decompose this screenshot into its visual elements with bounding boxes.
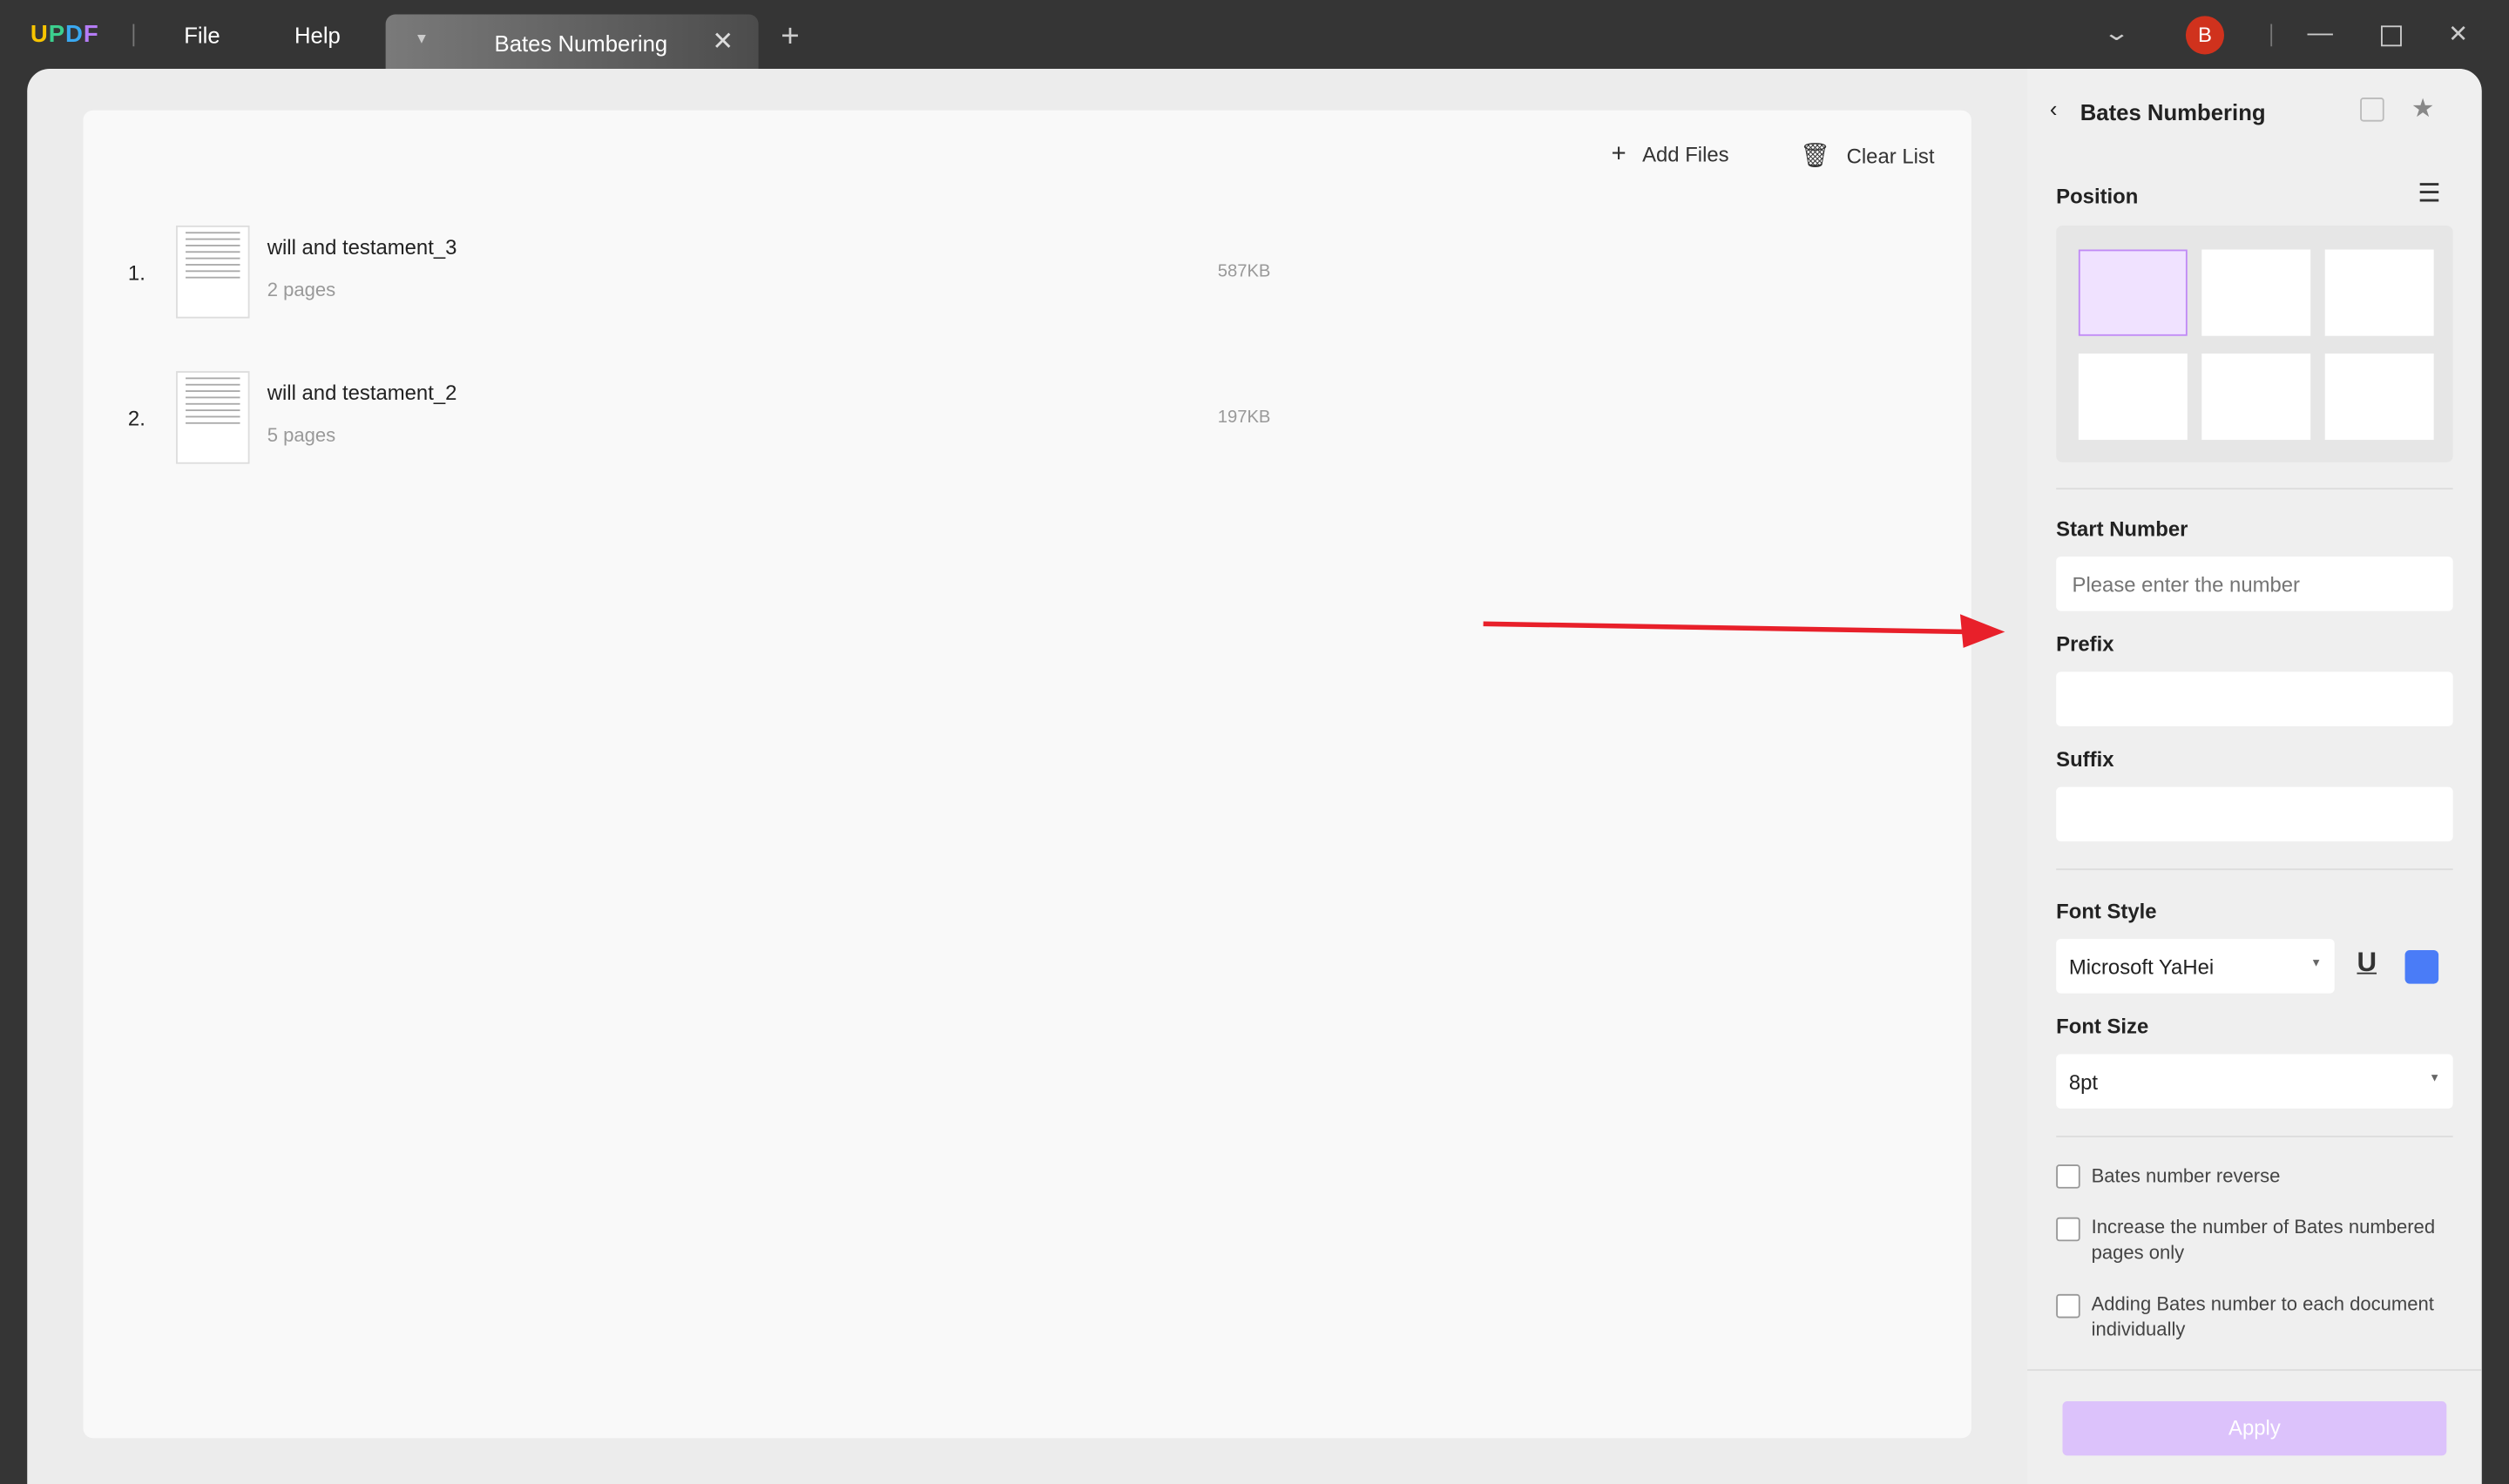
clear-list-label: Clear List xyxy=(1846,144,1935,168)
bates-settings-panel: ‹ Bates Numbering ★ Position ☰ Start Num… xyxy=(2027,68,2482,1484)
updf-logo: UPDF xyxy=(30,20,99,49)
divider xyxy=(2027,1369,2482,1372)
font-style-label: Font Style xyxy=(2056,899,2157,923)
font-family-value: Microsoft YaHei xyxy=(2068,954,2215,980)
menu-file[interactable]: File xyxy=(184,23,220,48)
suffix-label: Suffix xyxy=(2056,746,2114,772)
minimize-icon[interactable] xyxy=(2307,33,2333,36)
plus-icon: + xyxy=(1611,140,1626,168)
position-bottom-center[interactable] xyxy=(2201,353,2311,441)
dropdown-arrow-icon: ▼ xyxy=(2429,1073,2440,1085)
tab-bates-numbering[interactable]: ▼ Bates Numbering ✕ xyxy=(385,14,759,71)
add-files-label: Add Files xyxy=(1642,142,1729,167)
back-icon[interactable]: ‹ xyxy=(2050,96,2058,121)
star-icon[interactable]: ★ xyxy=(2411,93,2434,125)
position-top-right[interactable] xyxy=(2324,249,2434,336)
divider xyxy=(132,24,135,47)
position-label: Position xyxy=(2056,184,2139,208)
checkbox-label: Bates number reverse xyxy=(2091,1164,2281,1187)
position-bottom-right[interactable] xyxy=(2324,353,2434,441)
file-row[interactable]: 2. will and testament_2 5 pages 197KB xyxy=(84,371,1971,467)
menu-help[interactable]: Help xyxy=(294,23,341,48)
tab-dropdown-icon[interactable]: ▼ xyxy=(415,30,429,46)
file-name: will and testament_3 xyxy=(267,234,457,260)
file-index: 2. xyxy=(127,406,145,431)
font-color-swatch[interactable] xyxy=(2404,949,2439,984)
file-row[interactable]: 1. will and testament_3 2 pages 587KB xyxy=(84,225,1971,321)
file-pages: 5 pages xyxy=(267,423,336,447)
file-list: + Add Files 🗑 Clear List 1. will and testa… xyxy=(83,110,1971,1439)
new-tab-icon[interactable]: + xyxy=(781,21,799,53)
font-size-label: Font Size xyxy=(2056,1014,2149,1039)
clear-list-button[interactable]: 🗑 Clear List xyxy=(1800,141,1935,170)
dropdown-arrow-icon: ▼ xyxy=(2310,958,2323,970)
close-tab-icon[interactable]: ✕ xyxy=(712,25,734,57)
position-top-center[interactable] xyxy=(2201,249,2311,336)
chevron-down-icon[interactable]: ⌄ xyxy=(2103,19,2131,46)
position-top-left[interactable] xyxy=(2078,249,2188,336)
file-pages: 2 pages xyxy=(267,278,336,301)
trash-icon: 🗑 xyxy=(1800,142,1831,170)
file-index: 1. xyxy=(127,260,145,285)
start-number-label: Start Number xyxy=(2056,516,2188,541)
red-arrow-annotation xyxy=(1483,614,2005,648)
tab-label: Bates Numbering xyxy=(494,30,668,57)
underline-icon[interactable]: U xyxy=(2357,947,2377,979)
file-name: will and testament_2 xyxy=(267,381,457,405)
font-size-select[interactable]: 8pt ▼ xyxy=(2056,1054,2453,1109)
each-document-checkbox[interactable] xyxy=(2056,1293,2080,1319)
checkbox-label: Increase the number of Bates numbered pa… xyxy=(2091,1215,2436,1264)
close-window-icon[interactable]: ✕ xyxy=(2448,19,2468,48)
prefix-label: Prefix xyxy=(2056,631,2114,657)
start-number-input[interactable] xyxy=(2056,556,2453,611)
settings-sliders-icon[interactable]: ☰ xyxy=(2418,178,2440,210)
restore-icon[interactable] xyxy=(2381,25,2402,47)
divider xyxy=(2270,24,2273,47)
prefix-input[interactable] xyxy=(2056,671,2453,726)
file-thumbnail xyxy=(176,371,250,464)
divider xyxy=(2056,1136,2453,1137)
file-thumbnail xyxy=(176,225,250,319)
app-window: UPDF File Help ▼ Bates Numbering ✕ + ⌄ B… xyxy=(0,0,2509,1484)
bates-reverse-checkbox[interactable] xyxy=(2056,1164,2080,1189)
position-bottom-left[interactable] xyxy=(2078,353,2188,441)
add-template-icon[interactable] xyxy=(2360,98,2384,122)
main-area: + Add Files 🗑 Clear List 1. will and testa… xyxy=(27,68,2482,1484)
panel-title: Bates Numbering xyxy=(2080,98,2266,125)
font-size-value: 8pt xyxy=(2068,1069,2099,1095)
file-size: 587KB xyxy=(1217,262,1271,282)
divider xyxy=(2056,488,2453,490)
file-size: 197KB xyxy=(1217,408,1271,428)
numbered-pages-only-checkbox[interactable] xyxy=(2056,1217,2080,1242)
apply-button[interactable]: Apply xyxy=(2062,1400,2447,1456)
font-family-select[interactable]: Microsoft YaHei ▼ xyxy=(2056,939,2335,994)
avatar[interactable]: B xyxy=(2185,16,2225,55)
add-files-button[interactable]: + Add Files xyxy=(1612,141,1729,170)
checkbox-label: Adding Bates number to each document ind… xyxy=(2091,1292,2434,1341)
divider xyxy=(2056,868,2453,871)
suffix-input[interactable] xyxy=(2056,786,2453,842)
position-grid xyxy=(2056,225,2453,462)
